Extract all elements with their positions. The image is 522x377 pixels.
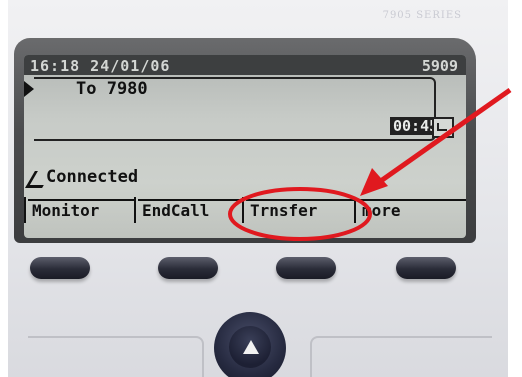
up-arrow-icon: [243, 340, 259, 354]
datetime: 16:18 24/01/06: [30, 57, 171, 75]
right-keypad-edge: [310, 336, 492, 377]
status-bar: 16:18 24/01/06 5909: [24, 55, 466, 75]
extension-number: 5909: [421, 57, 458, 75]
softkey-button-3[interactable]: [276, 257, 336, 279]
softkey-button-1[interactable]: [30, 257, 90, 279]
left-keypad-edge: [28, 336, 204, 377]
softkey-divider: [354, 197, 356, 223]
softkey-button-4[interactable]: [396, 257, 456, 279]
softkey-bar: Monitor EndCall Trnsfer more: [24, 195, 466, 229]
softkey-transfer[interactable]: Trnsfer: [246, 199, 354, 223]
softkey-more[interactable]: more: [358, 199, 466, 223]
softkey-button-2[interactable]: [158, 257, 218, 279]
phone-photo: 7905 SERIES 16:18 24/01/06 5909 To 7980 …: [0, 0, 522, 377]
call-status: Connected: [46, 167, 139, 187]
softkey-endcall[interactable]: EndCall: [138, 199, 242, 223]
softkey-divider: [134, 197, 136, 223]
line-selected-icon: [24, 81, 34, 97]
call-destination: To 7980: [76, 79, 148, 99]
series-label: 7905 SERIES: [382, 10, 462, 21]
softkey-divider: [24, 197, 26, 223]
lcd-screen: 16:18 24/01/06 5909 To 7980 00:45 Connec…: [24, 55, 466, 238]
call-state-icon: [432, 117, 454, 138]
softkey-monitor[interactable]: Monitor: [28, 199, 136, 223]
softkey-divider: [242, 197, 244, 223]
